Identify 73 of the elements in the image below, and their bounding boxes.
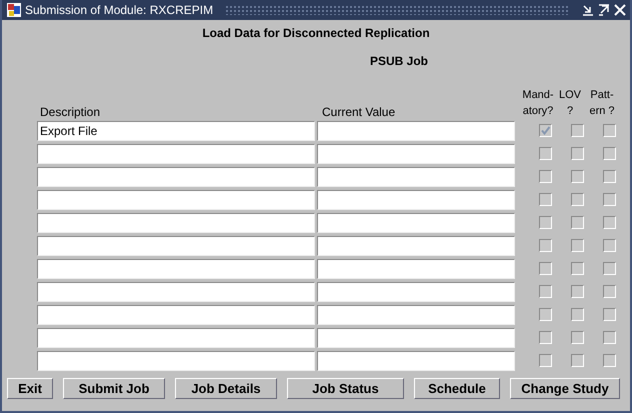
description-field[interactable] (37, 212, 315, 232)
checkbox[interactable] (602, 147, 616, 160)
action-button[interactable]: Job Details (175, 378, 277, 399)
checkbox[interactable] (570, 193, 584, 206)
checkbox[interactable] (570, 124, 584, 137)
checkbox[interactable] (602, 193, 616, 206)
checkbox[interactable] (570, 147, 584, 160)
checkbox[interactable] (570, 308, 584, 321)
value-field[interactable] (317, 120, 515, 140)
checkbox[interactable] (602, 354, 616, 367)
action-button[interactable]: Exit (7, 378, 53, 399)
description-field[interactable] (37, 350, 315, 370)
checkbox[interactable] (538, 262, 552, 275)
checkbox[interactable] (538, 147, 552, 160)
action-button[interactable]: Schedule (414, 378, 500, 399)
checkbox[interactable] (602, 216, 616, 229)
value-field[interactable] (317, 328, 515, 348)
checkbox[interactable] (538, 193, 552, 206)
column-header: Description (39, 105, 102, 119)
window-title: Submission of Module: RXCREPIM (25, 3, 214, 17)
value-field[interactable] (317, 258, 515, 278)
description-field[interactable] (37, 190, 315, 210)
checkbox[interactable] (538, 285, 552, 298)
value-field[interactable] (317, 212, 515, 232)
checkbox[interactable] (602, 239, 616, 252)
checkbox[interactable] (538, 216, 552, 229)
column-header: Patt- ern ? (588, 88, 616, 119)
checkbox[interactable] (538, 239, 552, 252)
checkbox[interactable] (602, 170, 616, 183)
checkbox[interactable] (602, 331, 616, 344)
checkbox[interactable] (538, 354, 552, 367)
description-field[interactable] (37, 236, 315, 256)
value-field[interactable] (317, 350, 515, 370)
value-field[interactable] (317, 282, 515, 302)
maximize-icon[interactable] (598, 4, 610, 16)
value-field[interactable] (317, 190, 515, 210)
value-field[interactable] (317, 304, 515, 324)
column-header: Mand- atory? (522, 88, 554, 119)
action-button[interactable]: Job Status (287, 378, 404, 399)
checkbox[interactable] (570, 216, 584, 229)
column-header: Current Value (321, 105, 396, 119)
checkbox[interactable] (602, 262, 616, 275)
description-field[interactable] (37, 258, 315, 278)
form-subheading: PSUB Job (369, 54, 430, 70)
app-icon (7, 3, 21, 17)
description-field[interactable] (37, 282, 315, 302)
checkbox[interactable] (538, 308, 552, 321)
checkbox[interactable] (602, 285, 616, 298)
close-icon[interactable] (614, 4, 626, 16)
checkbox[interactable] (538, 124, 552, 137)
value-field[interactable] (317, 144, 515, 164)
checkbox[interactable] (570, 285, 584, 298)
checkbox[interactable] (570, 170, 584, 183)
column-header: LOV ? (558, 88, 582, 119)
minimize-icon[interactable] (582, 4, 594, 16)
action-button[interactable]: Submit Job (63, 378, 165, 399)
checkbox[interactable] (538, 170, 552, 183)
checkbox[interactable] (570, 354, 584, 367)
value-field[interactable] (317, 236, 515, 256)
description-field[interactable] (37, 328, 315, 348)
checkbox[interactable] (570, 262, 584, 275)
action-button[interactable]: Change Study (510, 378, 620, 399)
description-field[interactable]: Export File (37, 120, 315, 140)
form-heading: Load Data for Disconnected Replication (201, 26, 431, 42)
description-field[interactable] (37, 304, 315, 324)
checkbox[interactable] (602, 308, 616, 321)
checkbox[interactable] (602, 124, 616, 137)
description-field[interactable] (37, 166, 315, 186)
description-field[interactable] (37, 144, 315, 164)
checkbox[interactable] (570, 331, 584, 344)
value-field[interactable] (317, 166, 515, 186)
checkbox[interactable] (570, 239, 584, 252)
checkbox[interactable] (538, 331, 552, 344)
